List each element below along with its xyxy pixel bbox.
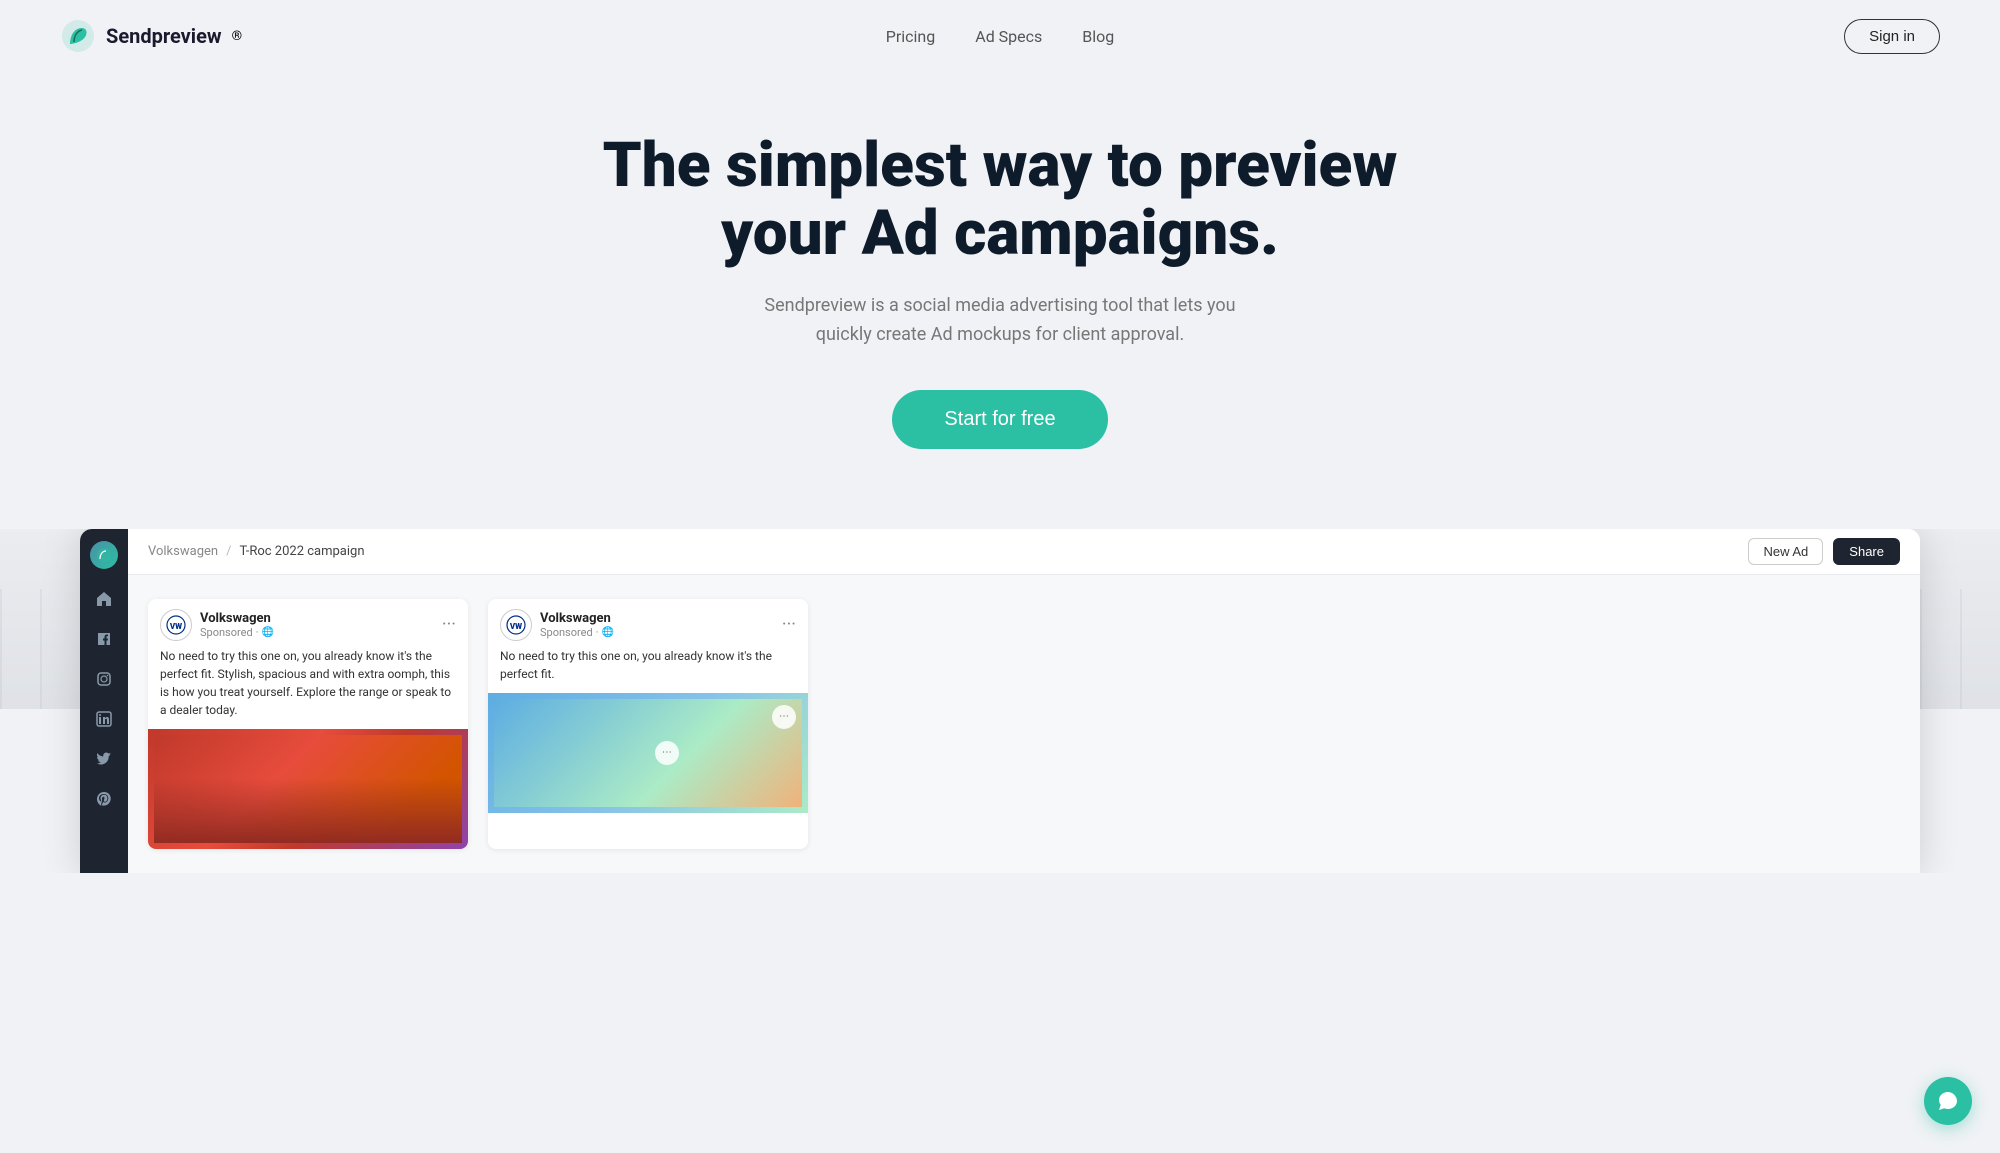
ad-image-1: [148, 729, 468, 849]
app-main: Volkswagen / T-Roc 2022 campaign New Ad …: [128, 529, 1920, 873]
ad-brand-name-1: Volkswagen: [200, 611, 274, 626]
logo[interactable]: Sendpreview ®: [60, 18, 242, 54]
ad-brand-1: VW Volkswagen Sponsored · 🌐: [160, 609, 274, 641]
ad-sponsored-2: Sponsored · 🌐: [540, 626, 614, 639]
breadcrumb: Volkswagen / T-Roc 2022 campaign: [148, 544, 365, 559]
ad-menu-1[interactable]: ···: [442, 614, 456, 635]
cta-button[interactable]: Start for free: [892, 390, 1107, 449]
globe-icon-1: 🌐: [262, 627, 274, 638]
svg-text:VW: VW: [509, 622, 522, 631]
brand-name: Sendpreview: [106, 24, 222, 48]
sidebar-facebook-icon[interactable]: [94, 629, 114, 649]
chat-bubble[interactable]: [1924, 1077, 1972, 1125]
breadcrumb-company: Volkswagen: [148, 544, 218, 559]
preview-section: Volkswagen / T-Roc 2022 campaign New Ad …: [0, 529, 2000, 873]
vw-logo-1: VW: [160, 609, 192, 641]
ad-brand-name-2: Volkswagen: [540, 611, 614, 626]
app-content: VW Volkswagen Sponsored · 🌐: [128, 575, 1920, 873]
sidebar-linkedin-icon[interactable]: [94, 709, 114, 729]
ad-menu-2[interactable]: ···: [782, 614, 796, 635]
ad-brand-2: VW Volkswagen Sponsored · 🌐: [500, 609, 614, 641]
vw-logo-2: VW: [500, 609, 532, 641]
brand-trademark: ®: [232, 29, 242, 44]
topbar-actions: New Ad Share: [1748, 538, 1900, 565]
nav-ad-specs[interactable]: Ad Specs: [975, 27, 1042, 46]
signin-button[interactable]: Sign in: [1844, 19, 1940, 54]
ad-card-2: VW Volkswagen Sponsored · 🌐: [488, 599, 808, 849]
nav-blog[interactable]: Blog: [1082, 27, 1114, 46]
brand-info-1: Volkswagen Sponsored · 🌐: [200, 611, 274, 639]
brand-info-2: Volkswagen Sponsored · 🌐: [540, 611, 614, 639]
ad-image-2: ⋯ ⋯: [488, 693, 808, 813]
app-sidebar: [80, 529, 128, 873]
sidebar-instagram-icon[interactable]: [94, 669, 114, 689]
hero-section: The simplest way to preview your Ad camp…: [0, 72, 2000, 489]
ad-card-1: VW Volkswagen Sponsored · 🌐: [148, 599, 468, 849]
img-badge-2[interactable]: ⋯: [655, 741, 679, 765]
breadcrumb-campaign: T-Roc 2022 campaign: [239, 544, 364, 559]
sidebar-twitter-icon[interactable]: [94, 749, 114, 769]
breadcrumb-separator: /: [226, 544, 231, 559]
app-layout: Volkswagen / T-Roc 2022 campaign New Ad …: [80, 529, 1920, 873]
chat-icon: [1937, 1090, 1959, 1112]
sidebar-avatar: [90, 541, 118, 569]
globe-icon-2: 🌐: [602, 627, 614, 638]
new-ad-button[interactable]: New Ad: [1748, 538, 1823, 565]
app-topbar: Volkswagen / T-Roc 2022 campaign New Ad …: [128, 529, 1920, 575]
svg-text:VW: VW: [169, 622, 182, 631]
ad-body-text-2: No need to try this one on, you already …: [488, 647, 808, 693]
logo-icon: [60, 18, 96, 54]
ad-card-1-header: VW Volkswagen Sponsored · 🌐: [148, 599, 468, 647]
img-badge-1[interactable]: ⋯: [772, 705, 796, 729]
nav-pricing[interactable]: Pricing: [886, 27, 936, 46]
app-window: Volkswagen / T-Roc 2022 campaign New Ad …: [80, 529, 1920, 873]
nav-links: Pricing Ad Specs Blog: [886, 27, 1115, 46]
ad-card-2-header: VW Volkswagen Sponsored · 🌐: [488, 599, 808, 647]
share-button[interactable]: Share: [1833, 538, 1900, 565]
sidebar-home-icon[interactable]: [94, 589, 114, 609]
sidebar-pinterest-icon[interactable]: [94, 789, 114, 809]
navbar: Sendpreview ® Pricing Ad Specs Blog Sign…: [0, 0, 2000, 72]
ad-body-text-1: No need to try this one on, you already …: [148, 647, 468, 729]
ad-sponsored-1: Sponsored · 🌐: [200, 626, 274, 639]
hero-title: The simplest way to preview your Ad camp…: [600, 132, 1400, 268]
hero-subtitle: Sendpreview is a social media advertisin…: [750, 292, 1250, 350]
